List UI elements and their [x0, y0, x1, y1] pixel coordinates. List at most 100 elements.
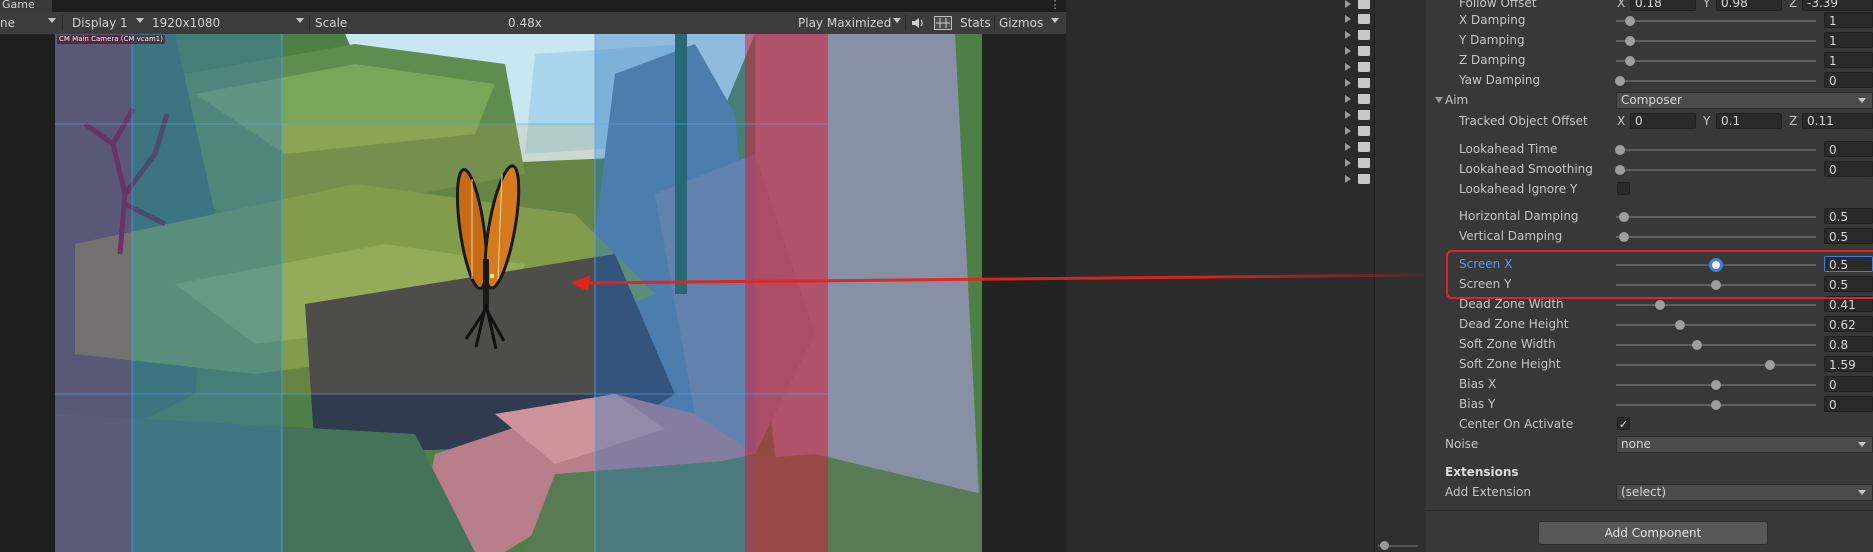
aim-label[interactable]: Aim — [1445, 93, 1468, 107]
zoom-slider-handle[interactable] — [1380, 541, 1389, 550]
slider-handle[interactable] — [1618, 232, 1629, 242]
slider-track[interactable] — [1616, 364, 1816, 366]
foldout-arrow-icon[interactable] — [1435, 97, 1443, 103]
slider-handle[interactable] — [1618, 212, 1629, 222]
slider-track[interactable] — [1616, 344, 1816, 346]
slider-track[interactable] — [1616, 216, 1816, 218]
slider-track[interactable] — [1616, 60, 1816, 62]
lookahead-ignore-y-checkbox[interactable] — [1617, 182, 1630, 195]
expand-arrow-icon[interactable] — [1345, 47, 1351, 55]
slider-handle[interactable] — [1711, 380, 1721, 390]
expand-arrow-icon[interactable] — [1345, 79, 1351, 87]
slider-track[interactable] — [1616, 304, 1816, 306]
play-mode-dropdown[interactable]: Play Maximized — [798, 14, 891, 32]
tree-item[interactable] — [1343, 108, 1373, 123]
follow-offset-z-field[interactable]: -3.39 — [1802, 0, 1873, 11]
mode-dropdown[interactable]: ne — [0, 14, 15, 32]
yaw-damping-row: Yaw Damping 0 — [1426, 71, 1873, 91]
bias-y-row: Bias Y 0 — [1426, 395, 1873, 415]
follow-offset-y-field[interactable]: 0.98 — [1716, 0, 1782, 11]
slider-value-field[interactable]: 0 — [1824, 161, 1873, 177]
tree-item[interactable] — [1343, 12, 1373, 27]
x-axis-label: X — [1617, 0, 1626, 10]
toolbar-divider — [62, 15, 63, 31]
slider-value-field[interactable]: 1 — [1824, 12, 1873, 28]
tracked-offset-z-field[interactable]: 0.11 — [1802, 113, 1873, 129]
follow-offset-x-field[interactable]: 0.18 — [1630, 0, 1696, 11]
aim-dropdown[interactable]: Composer — [1616, 92, 1873, 109]
noise-dropdown[interactable]: none — [1616, 436, 1873, 453]
expand-arrow-icon[interactable] — [1345, 95, 1351, 103]
expand-arrow-icon[interactable] — [1345, 31, 1351, 39]
slider-value-field[interactable]: 0 — [1824, 376, 1873, 392]
slider-handle[interactable] — [1764, 360, 1775, 370]
stats-button[interactable]: Stats — [960, 14, 991, 32]
slider-value-field[interactable]: 0 — [1824, 141, 1873, 157]
slider-handle[interactable] — [1624, 36, 1635, 46]
add-extension-dropdown[interactable]: (select) — [1616, 484, 1873, 501]
mute-audio-icon[interactable] — [911, 14, 925, 32]
slider-value-field[interactable]: 0.8 — [1824, 336, 1873, 352]
game-tab[interactable]: Game — [0, 0, 52, 12]
slider-handle[interactable] — [1691, 340, 1702, 350]
slider-handle[interactable] — [1674, 320, 1685, 330]
slider-value-field[interactable]: 1 — [1824, 32, 1873, 48]
slider-value-field[interactable]: 1.59 — [1824, 356, 1873, 372]
slider-track[interactable] — [1616, 324, 1816, 326]
tree-item[interactable] — [1343, 140, 1373, 155]
add-component-button[interactable]: Add Component — [1538, 521, 1768, 545]
expand-arrow-icon[interactable] — [1345, 111, 1351, 119]
slider-track[interactable] — [1616, 20, 1816, 22]
tree-item[interactable] — [1343, 156, 1373, 171]
y-axis-label: Y — [1703, 0, 1711, 10]
tracked-offset-y-field[interactable]: 0.1 — [1716, 113, 1782, 129]
slider-handle[interactable] — [1624, 16, 1635, 26]
slider-handle[interactable] — [1615, 145, 1625, 155]
tree-item[interactable] — [1343, 60, 1373, 75]
expand-arrow-icon[interactable] — [1345, 0, 1351, 8]
screen-xy-highlight-box — [1446, 250, 1873, 299]
tree-item[interactable] — [1343, 44, 1373, 59]
tracked-offset-label: Tracked Object Offset — [1459, 114, 1588, 128]
kebab-menu-icon[interactable]: ⋮ — [1045, 0, 1065, 12]
slider-track[interactable] — [1616, 149, 1816, 151]
tree-item[interactable] — [1343, 172, 1373, 187]
slider-value-field[interactable]: 1 — [1824, 52, 1873, 68]
expand-arrow-icon[interactable] — [1345, 159, 1351, 167]
slider-handle[interactable] — [1615, 165, 1625, 175]
tree-item[interactable] — [1343, 92, 1373, 107]
slider-value-field[interactable]: 0 — [1824, 396, 1873, 412]
add-extension-row: Add Extension (select) — [1426, 483, 1873, 503]
slider-handle[interactable] — [1624, 56, 1635, 66]
slider-track[interactable] — [1616, 40, 1816, 42]
slider-value-field[interactable]: 0.62 — [1824, 316, 1873, 332]
gizmos-button[interactable]: Gizmos — [999, 14, 1043, 32]
tree-item[interactable] — [1343, 28, 1373, 43]
expand-arrow-icon[interactable] — [1345, 63, 1351, 71]
slider-value-field[interactable]: 0.5 — [1824, 228, 1873, 244]
game-viewport[interactable] — [55, 34, 982, 552]
tree-item[interactable] — [1343, 124, 1373, 139]
expand-arrow-icon[interactable] — [1345, 15, 1351, 23]
slider-track[interactable] — [1616, 169, 1816, 171]
slider-handle[interactable] — [1615, 76, 1625, 86]
slider-handle[interactable] — [1655, 300, 1666, 310]
slider-handle[interactable] — [1711, 400, 1721, 410]
expand-arrow-icon[interactable] — [1345, 175, 1351, 183]
slider-track[interactable] — [1616, 80, 1816, 82]
slider-value-field[interactable]: 0 — [1824, 72, 1873, 88]
tree-item[interactable] — [1343, 76, 1373, 91]
noise-label: Noise — [1445, 437, 1479, 451]
expand-arrow-icon[interactable] — [1345, 143, 1351, 151]
center-on-activate-row: Center On Activate ✓ — [1426, 415, 1873, 435]
stats-toggle-icon[interactable] — [934, 14, 952, 32]
tree-item[interactable] — [1343, 0, 1373, 12]
center-on-activate-checkbox[interactable]: ✓ — [1617, 417, 1630, 431]
slider-label: Vertical Damping — [1459, 229, 1563, 243]
display-dropdown[interactable]: Display 1 — [72, 14, 128, 32]
resolution-dropdown[interactable]: 1920x1080 — [152, 14, 220, 32]
slider-value-field[interactable]: 0.5 — [1824, 208, 1873, 224]
slider-track[interactable] — [1616, 236, 1816, 238]
expand-arrow-icon[interactable] — [1345, 127, 1351, 135]
tracked-offset-x-field[interactable]: 0 — [1630, 113, 1696, 129]
